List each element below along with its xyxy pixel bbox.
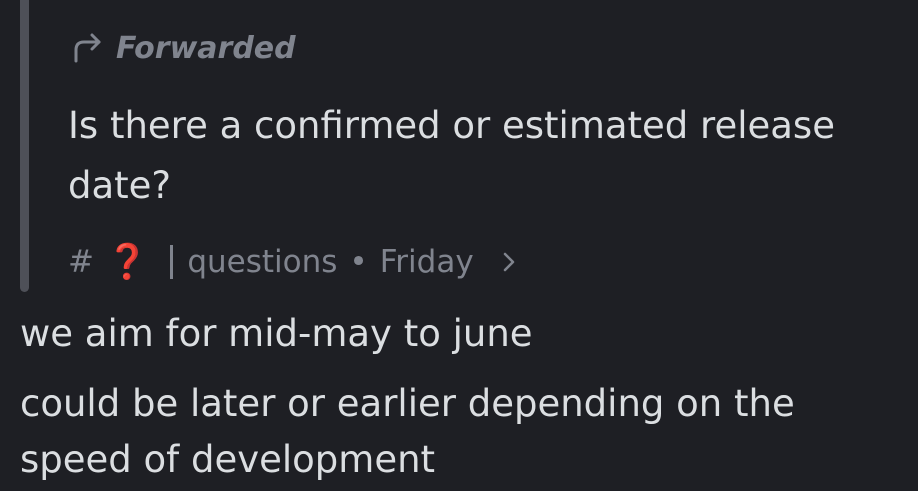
forward-timestamp: Friday: [379, 244, 474, 280]
message-text: could be later or earlier depending on t…: [20, 382, 795, 481]
forward-quote-bar: [20, 0, 29, 292]
source-separator: •: [349, 244, 368, 280]
question-emoji: ❓: [105, 242, 149, 282]
channel-name: questions: [187, 244, 338, 280]
channel-divider: [170, 245, 174, 279]
chevron-right-icon[interactable]: [498, 251, 520, 273]
forwarded-header: Forwarded: [70, 26, 296, 70]
forward-arrow-icon: [74, 33, 101, 63]
channel-hash-icon: #: [68, 244, 94, 280]
message-text: we aim for mid-may to june: [20, 312, 533, 355]
forwarded-message-text: Is there a confirmed or estimated releas…: [68, 104, 835, 207]
forward-source-link[interactable]: # ❓ questions • Friday: [68, 238, 520, 286]
forwarded-message: Forwarded Is there a confirmed or estima…: [20, 0, 910, 292]
forwarded-label: Forwarded: [116, 30, 296, 66]
